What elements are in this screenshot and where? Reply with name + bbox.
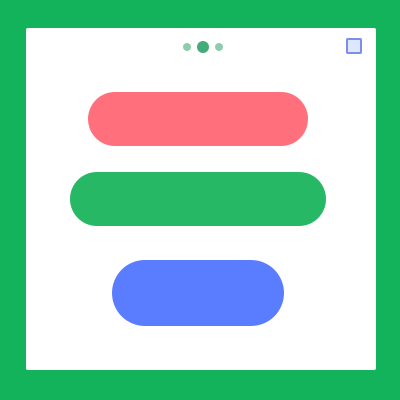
red-button[interactable] xyxy=(88,92,308,146)
page-indicator xyxy=(148,40,258,54)
active-page-dot-icon xyxy=(197,41,209,53)
main-panel xyxy=(26,28,376,370)
green-button[interactable] xyxy=(70,172,326,226)
app-frame xyxy=(0,0,400,400)
page-dot-icon xyxy=(215,43,223,51)
window-icon[interactable] xyxy=(346,38,362,54)
top-bar xyxy=(26,28,376,64)
page-dot-icon xyxy=(183,43,191,51)
blue-button[interactable] xyxy=(112,260,284,326)
